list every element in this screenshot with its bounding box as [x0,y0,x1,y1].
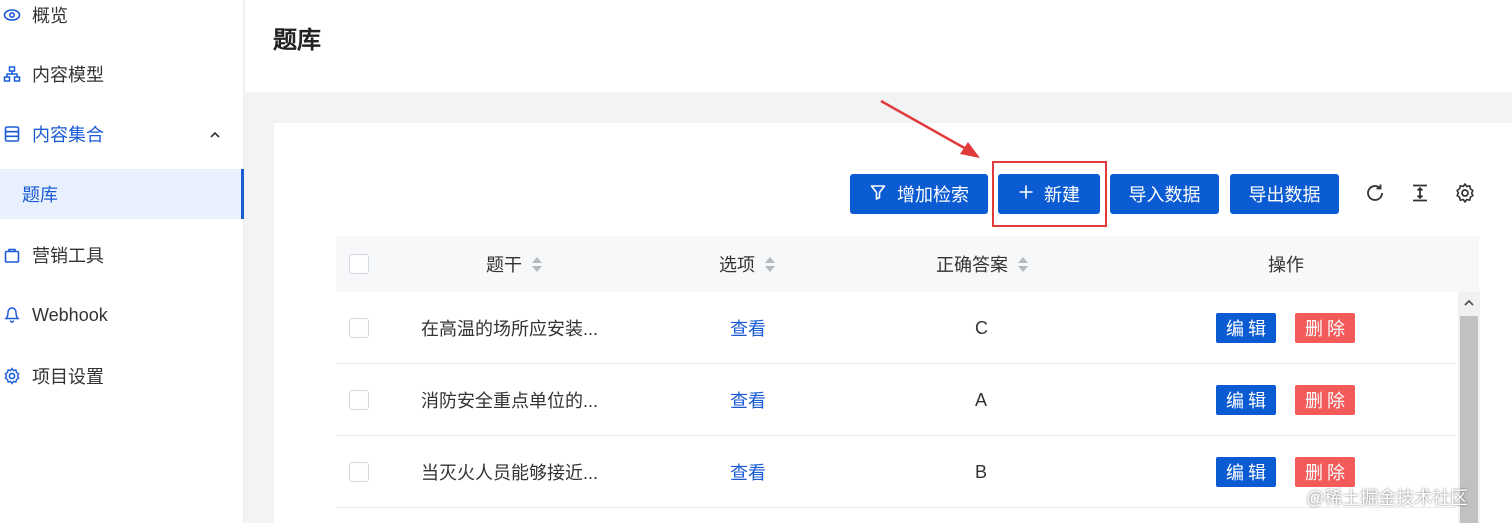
column-header-answer[interactable]: 正确答案 [936,236,1028,292]
settings-icon[interactable] [1453,181,1477,205]
import-label: 导入数据 [1128,185,1201,205]
sort-icon[interactable] [1018,256,1028,272]
delete-button[interactable]: 删除 [1295,385,1355,415]
column-label: 操作 [1268,255,1304,275]
column-label: 题干 [486,255,522,275]
scroll-up-icon[interactable] [1458,292,1480,314]
column-label: 正确答案 [936,255,1008,275]
row-checkbox[interactable] [349,462,369,482]
table-row: 消防安全重点单位的... 查看 A 编辑 删除 [336,364,1456,436]
row-checkbox[interactable] [349,390,369,410]
column-header-actions: 操作 [1268,236,1304,292]
correct-answer: C [975,317,988,338]
sort-icon[interactable] [532,256,542,272]
view-options-link[interactable]: 查看 [730,364,766,436]
delete-button[interactable]: 删除 [1295,313,1355,343]
view-options-link[interactable]: 查看 [730,436,766,508]
highlight-box [992,161,1107,227]
column-header-options[interactable]: 选项 [719,236,775,292]
delete-button[interactable]: 删除 [1295,457,1355,487]
question-stem: 当灭火人员能够接近... [421,463,599,483]
row-checkbox[interactable] [349,318,369,338]
import-data-button[interactable]: 导入数据 [1110,174,1219,214]
table-row: 当灭火人员能够接近... 查看 B 编辑 删除 [336,436,1456,508]
filter-icon [869,183,887,206]
correct-answer: A [975,389,988,410]
edit-button[interactable]: 编辑 [1216,313,1276,343]
table-header: 题干 选项 正确答案 操作 [336,236,1479,292]
correct-answer: B [975,461,988,482]
question-stem: 消防安全重点单位的... [421,391,599,411]
export-label: 导出数据 [1248,185,1321,205]
view-options-link[interactable]: 查看 [730,292,766,364]
column-header-stem[interactable]: 题干 [486,236,542,292]
sort-icon[interactable] [765,256,775,272]
export-data-button[interactable]: 导出数据 [1230,174,1339,214]
select-all-checkbox[interactable] [349,254,369,274]
table-row: 在高温的场所应安装... 查看 C 编辑 删除 [336,292,1456,364]
watermark: @稀土掘金技术社区 [1306,488,1469,508]
refresh-icon[interactable] [1363,181,1387,205]
add-filter-label: 增加检索 [897,185,969,205]
question-stem: 在高温的场所应安装... [421,319,599,339]
add-filter-button[interactable]: 增加检索 [850,174,988,214]
edit-button[interactable]: 编辑 [1216,457,1276,487]
column-label: 选项 [719,255,755,275]
column-height-icon[interactable] [1408,181,1432,205]
edit-button[interactable]: 编辑 [1216,385,1276,415]
